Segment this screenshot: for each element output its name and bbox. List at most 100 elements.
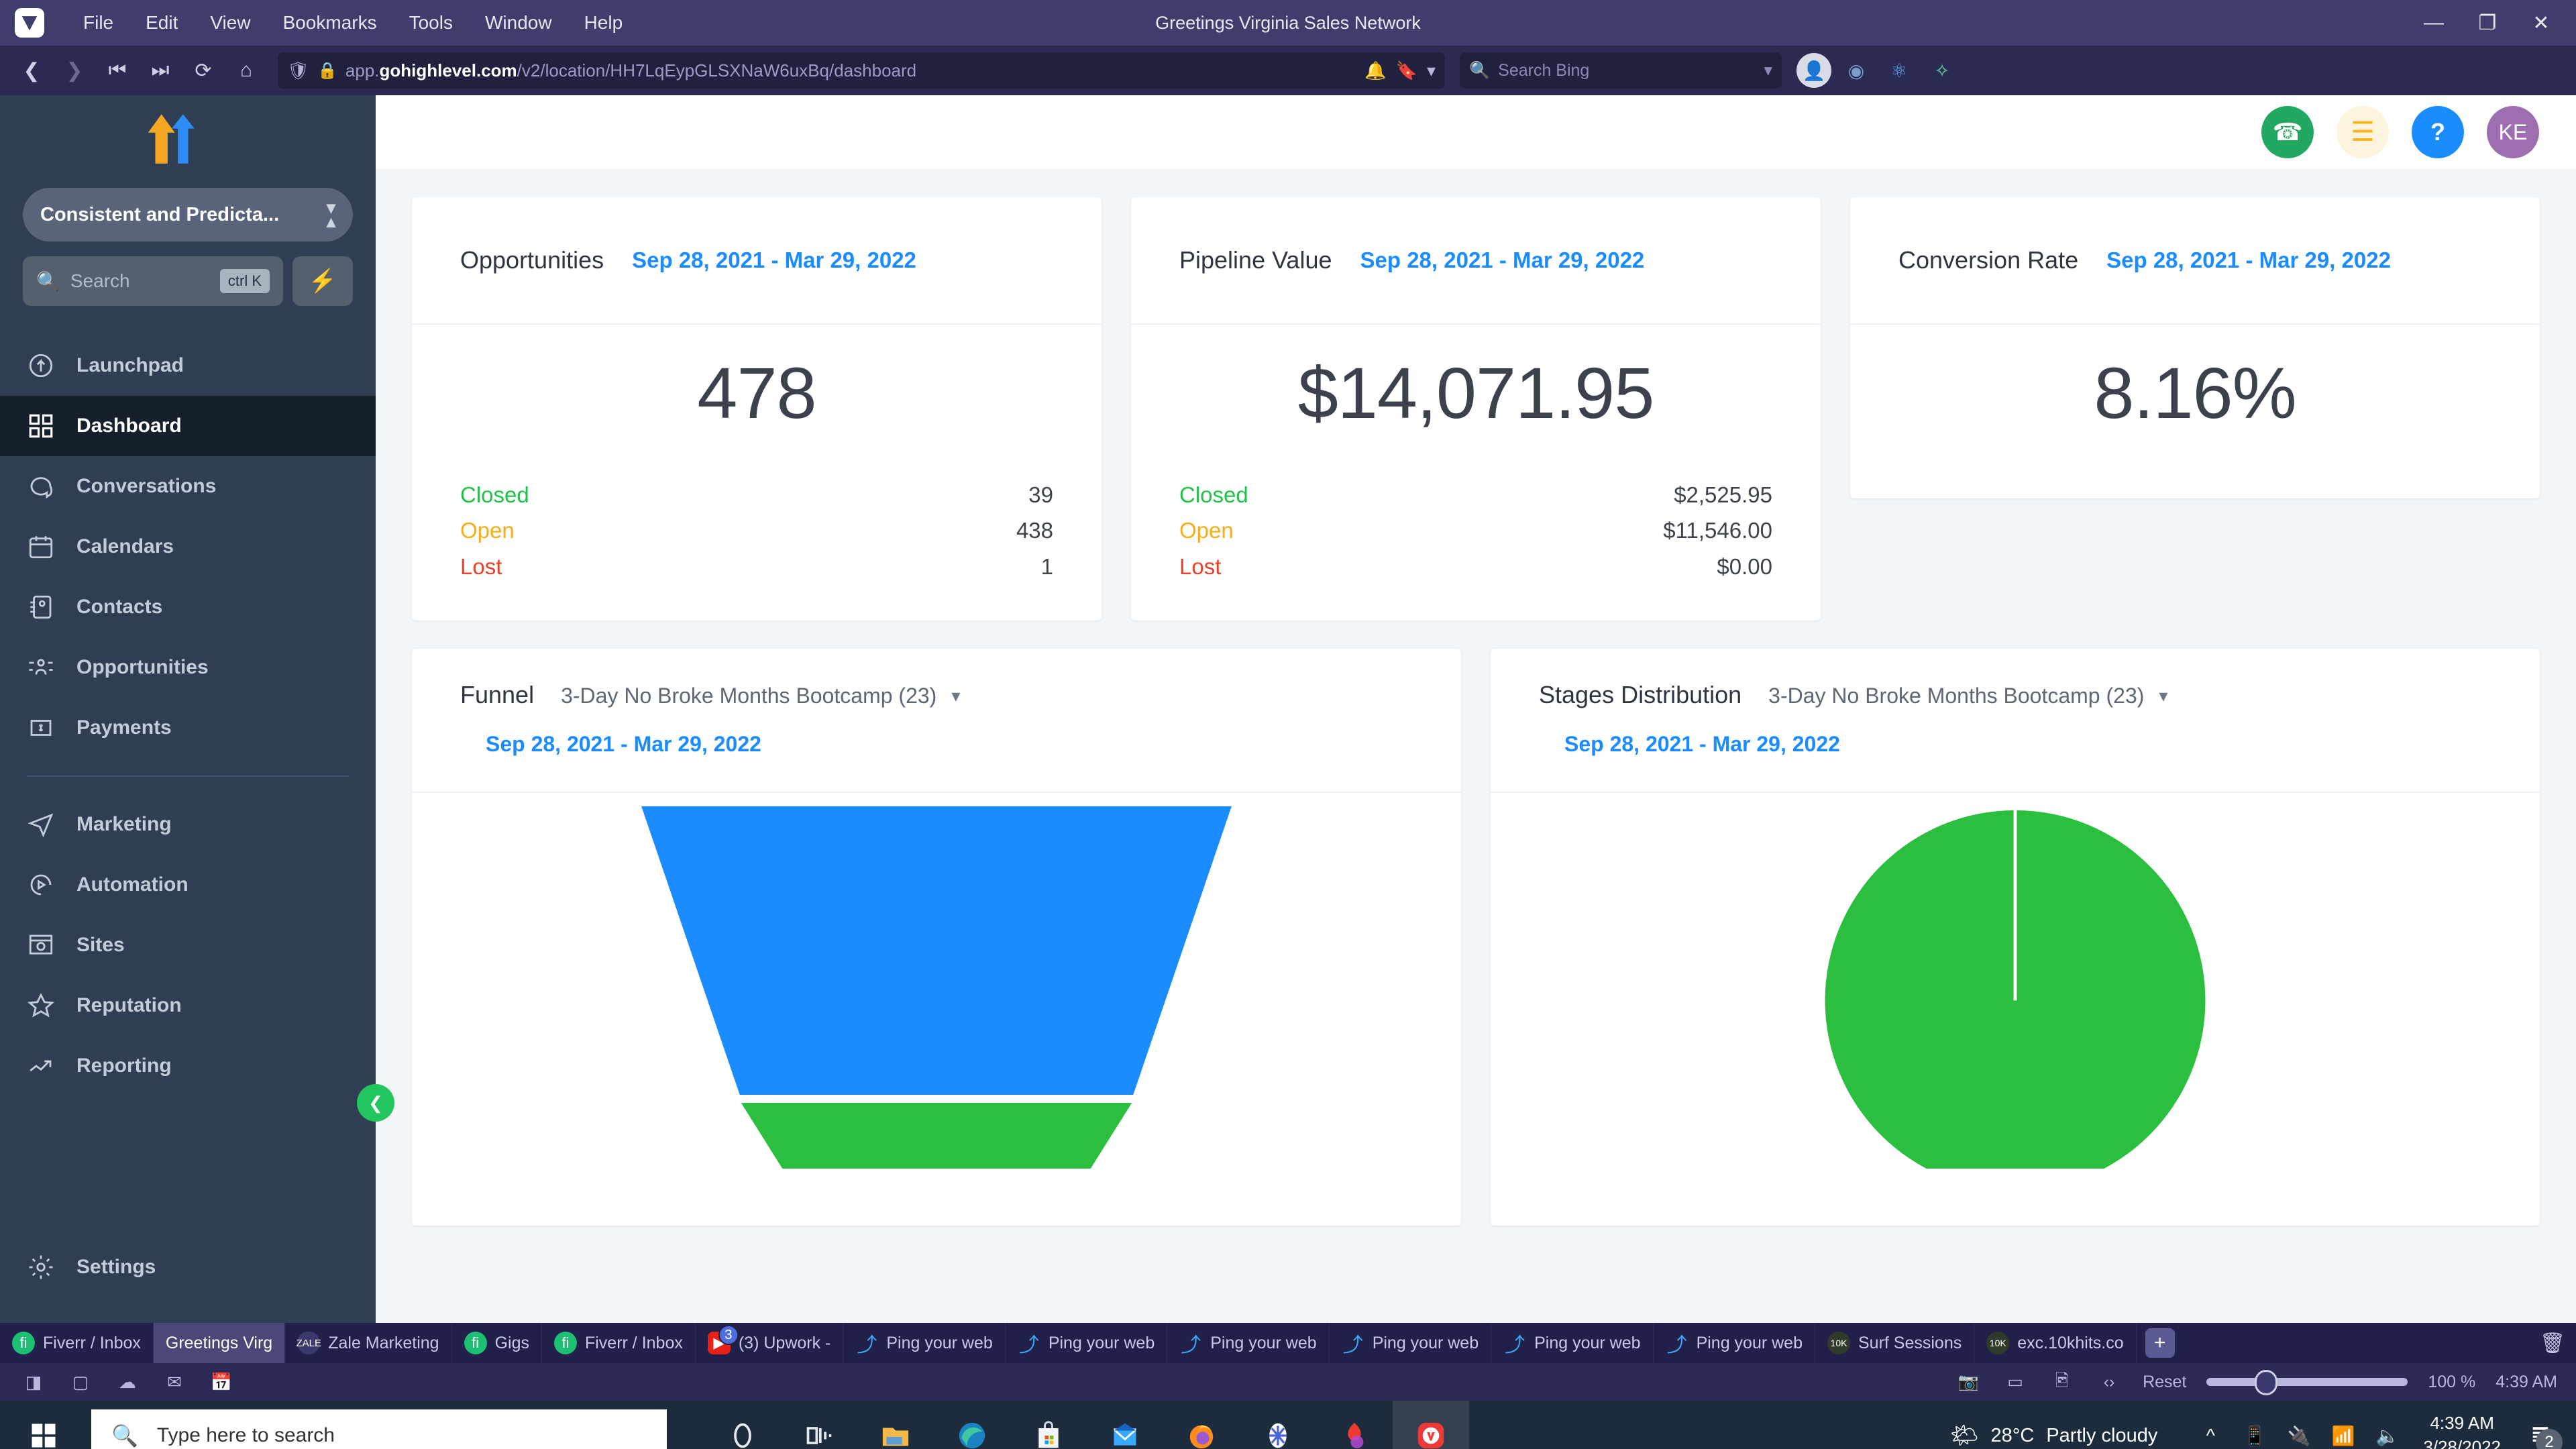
vivaldi-logo-icon[interactable] [15, 8, 44, 38]
cloud-icon[interactable]: ☁ [113, 1367, 142, 1397]
tab[interactable]: ⤴ Ping your web [843, 1323, 1006, 1363]
extension-icon-2[interactable]: ⚛ [1881, 52, 1917, 89]
mail-icon[interactable]: ✉ [160, 1367, 189, 1397]
microsoft-store-icon[interactable] [1010, 1401, 1087, 1449]
image-toggle-icon[interactable]: 🖻 [2049, 1368, 2076, 1395]
new-tab-button[interactable]: + [2137, 1323, 2184, 1363]
tab[interactable]: ⤴ Ping your web [1654, 1323, 1815, 1363]
date-range-link[interactable]: Sep 28, 2021 - Mar 29, 2022 [2106, 248, 2391, 273]
profile-avatar[interactable]: 👤 [1796, 53, 1831, 88]
bookmark-icon[interactable]: 🔖 [1396, 60, 1417, 81]
search-bar[interactable]: 🔍 Search Bing ▾ [1460, 52, 1782, 89]
pipeline-select[interactable]: 3-Day No Broke Months Bootcamp (23) ▾ [561, 684, 960, 708]
phone-icon[interactable]: ☎ [2261, 106, 2314, 158]
menu-tools[interactable]: Tools [393, 8, 469, 38]
home-icon[interactable]: ⌂ [225, 50, 267, 91]
ghl-logo-icon[interactable] [0, 95, 376, 182]
trash-icon[interactable]: 🗑 [2529, 1323, 2576, 1363]
minimize-button[interactable]: — [2407, 1, 2461, 45]
extension-icon-3[interactable]: ✧ [1924, 52, 1960, 89]
firefox-icon[interactable] [1163, 1401, 1240, 1449]
mail-app-icon[interactable] [1087, 1401, 1163, 1449]
maximize-button[interactable]: ❐ [2461, 1, 2514, 45]
zoom-slider[interactable] [2206, 1370, 2408, 1395]
panel-toggle-icon[interactable]: ◨ [19, 1367, 48, 1397]
file-explorer-icon[interactable] [857, 1401, 934, 1449]
reload-icon[interactable]: ⟳ [182, 50, 224, 91]
close-button[interactable]: ✕ [2514, 1, 2568, 45]
date-range-link[interactable]: Sep 28, 2021 - Mar 29, 2022 [632, 248, 916, 273]
account-switcher[interactable]: Consistent and Predicta... ▾ ▴ [23, 188, 353, 241]
funnel-stage-2[interactable] [741, 1103, 1132, 1169]
avatar[interactable]: KE [2487, 106, 2539, 158]
volume-icon[interactable]: 🔈 [2365, 1401, 2410, 1449]
sidebar-item-conversations[interactable]: Conversations [0, 456, 376, 517]
taskbar-clock[interactable]: 4:39 AM 3/28/2022 [2410, 1411, 2514, 1449]
mobile-device-icon[interactable]: 📱 [2233, 1401, 2277, 1449]
sidebar-item-settings[interactable]: Settings [0, 1237, 376, 1297]
calendar-icon[interactable]: 📅 [207, 1367, 236, 1397]
weather-widget[interactable]: 🌤 28°C Partly cloudy [1949, 1422, 2157, 1449]
dev-tools-icon[interactable]: ‹› [2096, 1368, 2123, 1395]
capture-icon[interactable]: 📷 [1955, 1368, 1982, 1395]
quick-actions-button[interactable]: ⚡ [292, 256, 353, 306]
fastforward-icon[interactable]: ⏭ [140, 50, 181, 91]
tab[interactable]: ⤴ Ping your web [1491, 1323, 1654, 1363]
sidebar-item-sites[interactable]: Sites [0, 915, 376, 975]
tab[interactable]: Greetings Virg [153, 1323, 286, 1363]
app-icon-9[interactable] [1316, 1401, 1393, 1449]
menu-file[interactable]: File [67, 8, 129, 38]
slider-handle[interactable] [2255, 1370, 2278, 1395]
chevron-down-icon[interactable]: ▾ [1427, 60, 1436, 81]
back-icon[interactable]: ❮ [11, 50, 52, 91]
notification-bell-icon[interactable]: 🔔 [1364, 60, 1386, 81]
task-view-icon[interactable] [781, 1401, 857, 1449]
sidebar-item-reputation[interactable]: Reputation [0, 975, 376, 1036]
start-button[interactable] [0, 1401, 87, 1449]
tab[interactable]: fi Gigs [452, 1323, 542, 1363]
sidebar-item-automation[interactable]: Automation [0, 855, 376, 915]
menu-edit[interactable]: Edit [129, 8, 194, 38]
pipeline-select[interactable]: 3-Day No Broke Months Bootcamp (23) ▾ [1768, 684, 2167, 708]
sidebar-item-contacts[interactable]: Contacts [0, 577, 376, 637]
vivaldi-taskbar-icon[interactable] [1393, 1401, 1469, 1449]
tiling-icon[interactable]: ▭ [2002, 1368, 2029, 1395]
address-bar[interactable]: 🛡 🔒 app.gohighlevel.com/v2/location/HH7L… [278, 52, 1445, 89]
app-icon-8[interactable] [1240, 1401, 1316, 1449]
tab[interactable]: 10K exc.10khits.co [1974, 1323, 2137, 1363]
tab[interactable]: 10K Surf Sessions [1815, 1323, 1975, 1363]
sidebar-item-calendars[interactable]: Calendars [0, 517, 376, 577]
tab[interactable]: fi Fiverr / Inbox [0, 1323, 154, 1363]
edge-icon[interactable] [934, 1401, 1010, 1449]
sidebar-item-dashboard[interactable]: Dashboard [0, 396, 376, 456]
chevron-up-icon[interactable]: ^ [2188, 1401, 2233, 1449]
menu-window[interactable]: Window [469, 8, 568, 38]
funnel-stage-1[interactable] [641, 806, 1232, 1095]
battery-plug-icon[interactable]: 🔌 [2277, 1401, 2321, 1449]
rewind-icon[interactable]: ⏮ [97, 50, 138, 91]
search-input-placeholder[interactable]: Search Bing [1498, 61, 1756, 80]
taskbar-search-input[interactable]: 🔍 Type here to search [91, 1409, 667, 1449]
sidebar-item-payments[interactable]: Payments [0, 698, 376, 758]
sidebar-item-marketing[interactable]: Marketing [0, 794, 376, 855]
date-range-link[interactable]: Sep 28, 2021 - Mar 29, 2022 [486, 732, 761, 756]
date-range-link[interactable]: Sep 28, 2021 - Mar 29, 2022 [1564, 732, 1840, 756]
wifi-icon[interactable]: 📶 [2321, 1401, 2365, 1449]
sidebar-item-opportunities[interactable]: Opportunities [0, 637, 376, 698]
zoom-reset-button[interactable]: Reset [2143, 1373, 2186, 1392]
menu-bookmarks[interactable]: Bookmarks [267, 8, 393, 38]
date-range-link[interactable]: Sep 28, 2021 - Mar 29, 2022 [1360, 248, 1645, 273]
tab[interactable]: ⤴ Ping your web [1330, 1323, 1492, 1363]
tasks-list-icon[interactable]: ☰ [2337, 106, 2389, 158]
tab[interactable]: ▶ 3 (3) Upwork - [696, 1323, 844, 1363]
sidebar-item-launchpad[interactable]: Launchpad [0, 335, 376, 396]
help-icon[interactable]: ? [2412, 106, 2464, 158]
sidebar-item-reporting[interactable]: Reporting [0, 1036, 376, 1096]
forward-icon[interactable]: ❯ [54, 50, 95, 91]
cortana-icon[interactable] [704, 1401, 781, 1449]
chevron-down-icon[interactable]: ▾ [1764, 60, 1772, 80]
sidebar-search-input[interactable]: 🔍 Search ctrl K [23, 256, 283, 306]
panel-web-icon[interactable]: ▢ [66, 1367, 95, 1397]
menu-help[interactable]: Help [568, 8, 639, 38]
tab[interactable]: ⤴ Ping your web [1167, 1323, 1330, 1363]
